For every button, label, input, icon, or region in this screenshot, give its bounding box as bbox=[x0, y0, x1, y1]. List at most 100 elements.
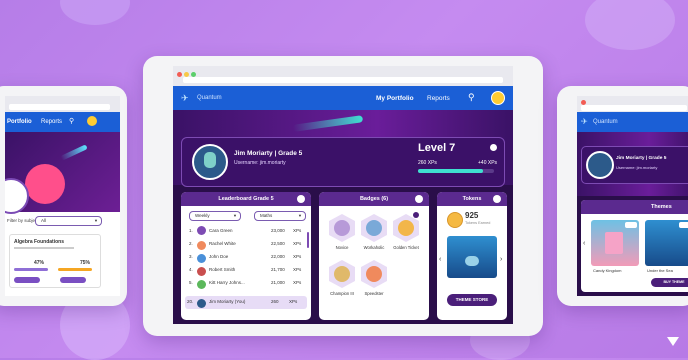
center-screen: ✈ Quantum My Portfolio Reports ⚲ Jim Mor… bbox=[173, 66, 513, 324]
xp-score: 21,000 bbox=[271, 280, 285, 285]
profile-avatar[interactable] bbox=[192, 144, 228, 180]
theme-store-label: THEME STORE bbox=[455, 297, 489, 302]
leaderboard-row[interactable]: 5. Kitt Harry Johns... 21,000 XPs bbox=[189, 277, 303, 289]
scroll-down-icon[interactable] bbox=[667, 337, 679, 346]
info-icon[interactable] bbox=[490, 144, 497, 151]
submarine-graphic bbox=[465, 256, 479, 266]
info-icon[interactable] bbox=[493, 195, 501, 203]
address-bar[interactable] bbox=[183, 77, 503, 83]
course-button[interactable] bbox=[60, 277, 86, 283]
novice-badge-icon bbox=[334, 220, 350, 236]
leaderboard-row[interactable]: 1. Cara Green 23,000 XPs bbox=[189, 225, 303, 237]
golden-ticket-badge-icon bbox=[398, 220, 414, 236]
avatar[interactable] bbox=[87, 116, 97, 126]
center-tablet: ✈ Quantum My Portfolio Reports ⚲ Jim Mor… bbox=[143, 56, 543, 336]
avatar bbox=[197, 254, 206, 263]
level-label: Level 7 bbox=[418, 142, 456, 154]
tokens-card: Tokens 925 Tokens Earned ‹ › THEME STORE bbox=[437, 192, 507, 320]
decorative-streak bbox=[292, 115, 364, 132]
xp-unit: XPs bbox=[293, 267, 302, 272]
subject-select-value: All bbox=[41, 218, 47, 223]
right-nav-bar: ✈ Quantum bbox=[577, 112, 688, 132]
rank: 1. bbox=[189, 228, 193, 233]
course-card[interactable]: Algebra Foundations 47% 75% bbox=[9, 234, 101, 288]
buy-theme-button[interactable]: BUY THEME bbox=[651, 278, 688, 287]
period-select[interactable]: Weekly ▼ bbox=[189, 211, 241, 221]
theme-under-the-sea[interactable] bbox=[645, 220, 688, 266]
course-button[interactable] bbox=[14, 277, 40, 283]
xp-score: 23,000 bbox=[271, 228, 285, 233]
student-name: Robert Smith bbox=[209, 267, 236, 272]
tokens-title: Tokens bbox=[462, 196, 482, 202]
tokens-header: Tokens bbox=[437, 192, 507, 206]
subject-select-value: Maths bbox=[260, 213, 273, 218]
nav-reports[interactable]: Reports bbox=[41, 119, 62, 125]
avatar[interactable] bbox=[491, 91, 505, 105]
themes-card: Themes ‹ Candy Kingdom Under the Sea BUY… bbox=[581, 200, 688, 292]
badge-speedster[interactable] bbox=[361, 260, 387, 288]
leaderboard-row[interactable]: 3. John Doe 22,000 XPs bbox=[189, 251, 303, 263]
trophy-icon bbox=[334, 266, 350, 282]
chevron-down-icon: ▼ bbox=[94, 218, 98, 223]
profile-name: Jim Moriarty | Grade 5 bbox=[616, 156, 667, 161]
next-xp-value: +40 XPs bbox=[478, 160, 498, 166]
decorative-circle bbox=[585, 0, 675, 50]
chevron-left-icon[interactable]: ‹ bbox=[583, 240, 585, 247]
coin-icon bbox=[447, 212, 463, 228]
left-tablet: Portfolio Reports ⚲ Filter by subject: A… bbox=[0, 86, 127, 306]
avatar bbox=[197, 226, 206, 235]
avatar bbox=[197, 241, 206, 250]
nav-my-portfolio[interactable]: My Portfolio bbox=[376, 95, 414, 102]
buy-theme-label: BUY THEME bbox=[663, 280, 685, 284]
chevron-left-icon[interactable]: ‹ bbox=[439, 256, 441, 263]
student-name: Rachel White bbox=[209, 241, 236, 246]
xp-unit: XPs bbox=[293, 280, 302, 285]
xp-unit: XPs bbox=[293, 254, 302, 259]
theme-preview-underwater[interactable] bbox=[447, 236, 497, 278]
token-caption: Tokens Earned bbox=[465, 221, 491, 225]
scroll-indicator[interactable] bbox=[307, 232, 309, 248]
theme-name: Under the Sea bbox=[647, 268, 673, 273]
avatar bbox=[197, 267, 206, 276]
castle-graphic bbox=[605, 232, 623, 254]
badge-golden-ticket[interactable] bbox=[393, 214, 419, 242]
info-icon[interactable] bbox=[297, 195, 305, 203]
app-name: Quantum bbox=[197, 95, 222, 101]
themes-title: Themes bbox=[651, 204, 672, 210]
themes-header: Themes bbox=[581, 200, 688, 214]
theme-name: Candy Kingdom bbox=[593, 268, 622, 273]
notification-dot bbox=[413, 212, 419, 218]
profile-avatar[interactable] bbox=[586, 151, 614, 179]
theme-candy-kingdom[interactable] bbox=[591, 220, 639, 266]
search-icon[interactable]: ⚲ bbox=[69, 117, 74, 125]
subject-select[interactable]: Maths ▼ bbox=[254, 211, 306, 221]
leaderboard-row-current-user[interactable]: 20. Jim Moriarty (You) 260 XPs bbox=[185, 296, 307, 309]
top-nav-bar: ✈ Quantum My Portfolio Reports ⚲ bbox=[173, 86, 513, 110]
search-icon[interactable]: ⚲ bbox=[468, 92, 475, 103]
rocket-icon bbox=[366, 266, 382, 282]
badge-workaholic[interactable] bbox=[361, 214, 387, 242]
right-tablet: ✈ Quantum Jim Moriarty | Grade 5 Usernam… bbox=[557, 86, 688, 306]
badge-novice[interactable] bbox=[329, 214, 355, 242]
robot-avatar-icon bbox=[204, 152, 216, 168]
theme-store-button[interactable]: THEME STORE bbox=[447, 294, 497, 306]
info-icon[interactable] bbox=[415, 195, 423, 203]
browser-bar bbox=[173, 66, 513, 87]
nav-reports[interactable]: Reports bbox=[427, 95, 450, 102]
student-name: Jim Moriarty (You) bbox=[209, 299, 246, 304]
avatar bbox=[197, 280, 206, 289]
planet-graphic bbox=[25, 164, 65, 204]
leaderboard-row[interactable]: 4. Robert Smith 21,700 XPs bbox=[189, 264, 303, 276]
chevron-right-icon[interactable]: › bbox=[500, 256, 502, 263]
nav-portfolio[interactable]: Portfolio bbox=[7, 119, 32, 125]
quantum-logo-icon: ✈ bbox=[581, 117, 588, 126]
stat2-value: 75% bbox=[80, 260, 91, 266]
badges-title: Badges (6) bbox=[359, 196, 389, 202]
subject-select[interactable]: All ▼ bbox=[35, 216, 102, 226]
xp-value: 260 XPs bbox=[418, 160, 437, 166]
xp-score: 22,500 bbox=[271, 241, 285, 246]
student-name: Cara Green bbox=[209, 228, 233, 233]
leaderboard-row[interactable]: 2. Rachel White 22,500 XPs bbox=[189, 238, 303, 250]
decorative-circle bbox=[60, 0, 130, 25]
badge-champion[interactable] bbox=[329, 260, 355, 288]
